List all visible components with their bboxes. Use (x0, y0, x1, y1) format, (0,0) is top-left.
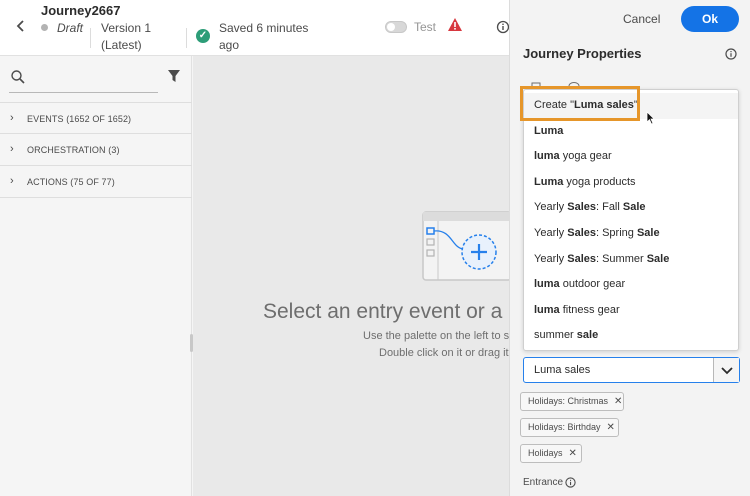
canvas-empty-hint-2: Double click on it or drag it in (379, 347, 521, 359)
option-text-segment: : Spring (595, 226, 637, 239)
divider (90, 28, 91, 48)
tag-suggestion-option[interactable]: Yearly Sales: Fall Sale (524, 195, 738, 221)
tag-chip: Holidays ✕ (520, 444, 582, 463)
tag-suggestion-option[interactable]: luma yoga gear (524, 144, 738, 170)
option-text-segment: luma (534, 278, 560, 291)
tag-suggestion-option[interactable]: Luma (524, 119, 738, 145)
tag-label: Holidays (528, 448, 563, 458)
highlight-annotation (520, 86, 640, 121)
warning-icon[interactable] (447, 17, 463, 33)
version-latest-label: (Latest) (101, 38, 142, 52)
info-icon[interactable] (496, 20, 510, 34)
option-text-segment: yoga products (563, 175, 636, 188)
category-label: ACTIONS (75 OF 77) (27, 177, 115, 187)
tags-input[interactable]: Luma sales (523, 357, 740, 383)
option-text-segment: Yearly (534, 226, 568, 239)
option-text-segment: : Summer (595, 252, 647, 265)
journey-name[interactable]: Journey2667 (41, 3, 121, 18)
info-icon[interactable] (565, 477, 576, 488)
tag-chip: Holidays: Christmas ✕ (520, 392, 624, 411)
tag-suggestion-option[interactable]: Yearly Sales: Spring Sale (524, 221, 738, 247)
option-text-segment: Sales (567, 226, 596, 239)
tags-dropdown-button[interactable] (713, 358, 739, 382)
journey-canvas[interactable]: Select an entry event or a re Use the pa… (193, 56, 527, 496)
category-actions[interactable]: › ACTIONS (75 OF 77) (0, 166, 192, 198)
panel-title: Journey Properties (523, 46, 642, 61)
option-text-segment: Sale (646, 252, 670, 265)
option-text-segment: Sales (567, 201, 596, 214)
tag-suggestions-dropdown: Create "Luma sales" Luma luma yoga gear Lu… (523, 89, 739, 351)
option-text-segment: summer (534, 329, 577, 342)
status-label: Draft (57, 21, 84, 35)
option-text-segment: luma (534, 303, 560, 316)
chevron-down-icon (721, 367, 733, 375)
entrance-label: Entrance (523, 477, 564, 488)
option-text-segment: sale (576, 329, 599, 342)
checkmark-icon: ✓ (196, 29, 210, 43)
category-orchestration[interactable]: › ORCHESTRATION (3) (0, 134, 192, 166)
activity-palette: › EVENTS (1652 OF 1652) › ORCHESTRATION … (0, 56, 193, 496)
canvas-empty-hint: Use the palette on the left to sele (363, 330, 524, 342)
ok-button[interactable]: Ok (681, 6, 739, 32)
tag-label: Holidays: Christmas (528, 396, 609, 406)
tag-suggestion-option[interactable]: luma fitness gear (524, 298, 738, 324)
tag-suggestion-option[interactable]: summer sale (524, 323, 738, 349)
option-text-segment: Yearly (534, 252, 568, 265)
divider (186, 28, 187, 48)
option-text-segment: luma (534, 150, 560, 163)
category-events[interactable]: › EVENTS (1652 OF 1652) (0, 102, 192, 134)
filter-icon[interactable] (167, 69, 181, 83)
remove-tag-icon[interactable]: ✕ (569, 445, 577, 462)
tag-chip: Holidays: Birthday ✕ (520, 418, 619, 437)
empty-canvas-illustration (422, 211, 512, 281)
remove-tag-icon[interactable]: ✕ (614, 393, 622, 410)
chevron-right-icon: › (10, 143, 14, 155)
test-mode-toggle[interactable] (385, 21, 407, 33)
saved-status: Saved 6 minutes (219, 21, 309, 35)
option-text-segment: Sales (567, 252, 596, 265)
option-text-segment: : Fall (595, 201, 623, 214)
journey-header: Journey2667 Draft Version 1 (Latest) ✓ S… (0, 0, 510, 56)
tag-suggestion-option[interactable]: Yearly Sales: Summer Sale (524, 247, 738, 273)
option-text-segment: Luma (534, 124, 564, 137)
test-label: Test (414, 20, 437, 34)
option-text-segment: Yearly (534, 201, 568, 214)
canvas-empty-title: Select an entry event or a re (263, 300, 527, 323)
version-label: Version 1 (101, 21, 152, 35)
mouse-cursor-icon (646, 111, 656, 125)
option-text-segment: Sale (636, 226, 660, 239)
search-icon[interactable] (10, 69, 26, 85)
cancel-button[interactable]: Cancel (623, 12, 660, 26)
category-label: EVENTS (1652 OF 1652) (27, 114, 132, 124)
option-text-segment: Luma (534, 175, 564, 188)
option-text-segment: fitness gear (559, 303, 620, 316)
option-text-segment: Sale (622, 201, 646, 214)
chevron-right-icon: › (10, 175, 14, 187)
palette-search-input[interactable] (9, 92, 158, 93)
tag-suggestion-option[interactable]: luma outdoor gear (524, 272, 738, 298)
journey-properties-panel: Cancel Ok Journey Properties Create "Lum… (509, 0, 750, 496)
tag-suggestion-option[interactable]: Luma yoga products (524, 170, 738, 196)
status-dot-icon (41, 24, 48, 31)
category-label: ORCHESTRATION (3) (27, 145, 120, 155)
back-icon[interactable] (15, 19, 29, 37)
option-text-segment: yoga gear (559, 150, 612, 163)
option-text-segment: outdoor gear (559, 278, 626, 291)
info-icon[interactable] (725, 48, 737, 60)
tags-input-value[interactable]: Luma sales (534, 364, 590, 376)
saved-status-time: ago (219, 38, 240, 52)
chevron-right-icon: › (10, 112, 14, 124)
remove-tag-icon[interactable]: ✕ (607, 419, 615, 436)
tag-label: Holidays: Birthday (528, 422, 601, 432)
